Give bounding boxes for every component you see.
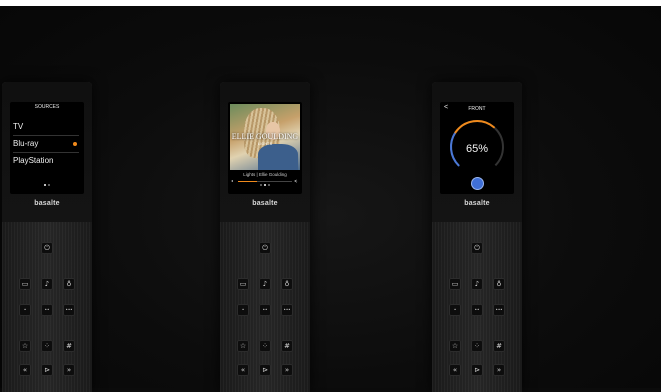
grid-icon[interactable]: ⁘ (259, 340, 271, 352)
scene-2-button[interactable]: •• (41, 304, 53, 316)
brand-logo: basalte (34, 200, 60, 207)
power-button[interactable]: ⏻ (471, 242, 483, 254)
power-button[interactable]: ⏻ (259, 242, 271, 254)
now-playing-screen: ELLIE GOULDING LIGHTS Lights | Ellie Gou… (228, 102, 302, 194)
remote-head: ELLIE GOULDING LIGHTS Lights | Ellie Gou… (220, 82, 310, 223)
favorite-icon[interactable]: ☆ (237, 340, 249, 352)
music-icon[interactable]: ♪ (41, 278, 53, 290)
photo-background (0, 6, 661, 388)
scene-2-button[interactable]: •• (259, 304, 271, 316)
remote-music: ELLIE GOULDING LIGHTS Lights | Ellie Gou… (220, 82, 310, 392)
screen-icon[interactable]: ▭ (19, 278, 31, 290)
scene-1-button[interactable]: • (449, 304, 461, 316)
music-icon[interactable]: ♪ (259, 278, 271, 290)
scene-2-button[interactable]: •• (471, 304, 483, 316)
brand-logo: basalte (252, 200, 278, 207)
hash-icon[interactable]: # (281, 340, 293, 352)
scene-1-button[interactable]: • (237, 304, 249, 316)
zone-title: FRONT (468, 106, 486, 112)
album-title: LIGHTS (257, 142, 273, 146)
divider (13, 135, 79, 136)
grid-icon[interactable]: ⁘ (471, 340, 483, 352)
selected-dot-icon (73, 142, 77, 146)
sources-title: SOURCES (34, 104, 60, 110)
favorite-icon[interactable]: ☆ (449, 340, 461, 352)
sources-screen: SOURCES TV Blu-ray PlayStation (10, 102, 84, 194)
source-item-bluray[interactable]: Blu-ray (13, 139, 79, 148)
scene-3-button[interactable]: ••• (493, 304, 505, 316)
divider (13, 152, 79, 153)
thermostat-screen: < FRONT 65% (440, 102, 514, 194)
play-icon[interactable]: ⊳ (471, 364, 483, 376)
scene-3-button[interactable]: ••• (281, 304, 293, 316)
play-icon[interactable]: ⊳ (41, 364, 53, 376)
button-panel: ⏻ ▭ ♪ ♁ • •• ••• ☆ ⁘ # « ⊳ » (220, 222, 310, 392)
next-icon[interactable]: » (281, 364, 293, 376)
screen-icon[interactable]: ▭ (449, 278, 461, 290)
hash-icon[interactable]: # (493, 340, 505, 352)
play-icon[interactable]: ⊳ (259, 364, 271, 376)
remote-head: SOURCES TV Blu-ray PlayStation basalte (2, 82, 92, 223)
remote-head: < FRONT 65% basalte (432, 82, 522, 223)
page-indicator (228, 173, 302, 191)
favorite-icon[interactable]: ☆ (19, 340, 31, 352)
level-value: 65% (465, 143, 489, 155)
next-icon[interactable]: » (63, 364, 75, 376)
level-knob[interactable] (472, 178, 483, 189)
screen-icon[interactable]: ▭ (237, 278, 249, 290)
light-icon[interactable]: ♁ (493, 278, 505, 290)
previous-icon[interactable]: « (19, 364, 31, 376)
remote-thermostat: < FRONT 65% basalte ⏻ ▭ ♪ ♁ • •• ••• ☆ ⁘… (432, 82, 522, 392)
album-artist: ELLIE GOULDING (231, 132, 299, 141)
button-panel: ⏻ ▭ ♪ ♁ • •• ••• ☆ ⁘ # « ⊳ » (2, 222, 92, 392)
hash-icon[interactable]: # (63, 340, 75, 352)
button-panel: ⏻ ▭ ♪ ♁ • •• ••• ☆ ⁘ # « ⊳ » (432, 222, 522, 392)
source-item-playstation[interactable]: PlayStation (13, 156, 79, 165)
light-icon[interactable]: ♁ (281, 278, 293, 290)
page-indicator (10, 173, 84, 191)
album-art: ELLIE GOULDING LIGHTS (230, 104, 300, 170)
previous-icon[interactable]: « (237, 364, 249, 376)
grid-icon[interactable]: ⁘ (41, 340, 53, 352)
remote-sources: SOURCES TV Blu-ray PlayStation basalte ⏻… (2, 82, 92, 392)
power-button[interactable]: ⏻ (41, 242, 53, 254)
scene-1-button[interactable]: • (19, 304, 31, 316)
music-icon[interactable]: ♪ (471, 278, 483, 290)
scene-3-button[interactable]: ••• (63, 304, 75, 316)
previous-icon[interactable]: « (449, 364, 461, 376)
next-icon[interactable]: » (493, 364, 505, 376)
source-item-tv[interactable]: TV (13, 122, 79, 131)
light-icon[interactable]: ♁ (63, 278, 75, 290)
brand-logo: basalte (464, 200, 490, 207)
